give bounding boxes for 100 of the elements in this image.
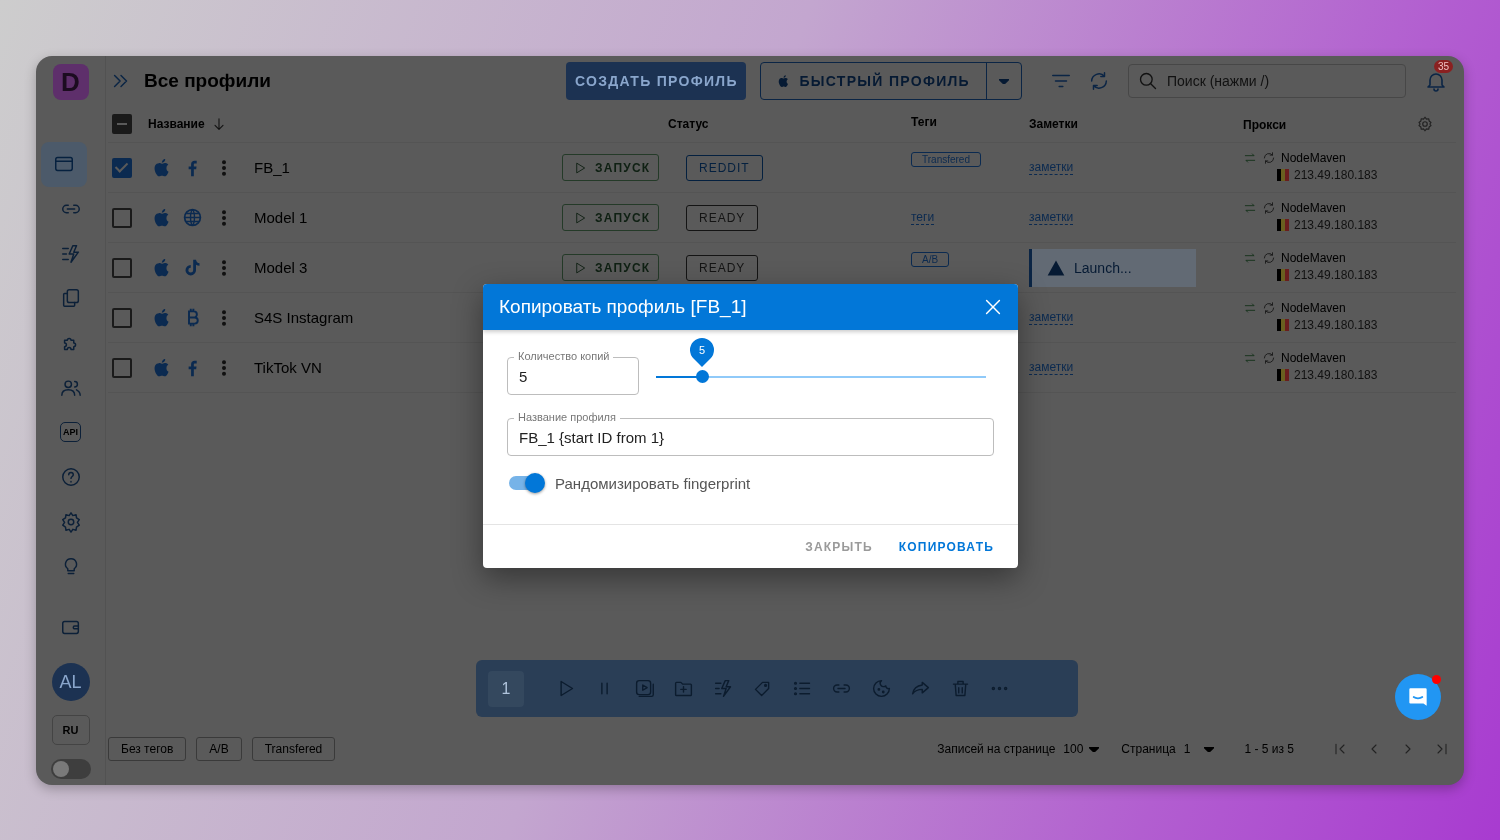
tag-chip[interactable]: Transfered bbox=[911, 151, 981, 167]
page-label: Страница bbox=[1121, 742, 1176, 756]
caret-icon bbox=[999, 78, 1009, 84]
profile-name: TikTok VN bbox=[254, 358, 322, 376]
switch-label: Рандомизировать fingerprint bbox=[555, 474, 751, 492]
column-header: Прокси bbox=[1243, 118, 1287, 132]
refresh-icon bbox=[1262, 351, 1276, 365]
theme-toggle[interactable] bbox=[50, 759, 91, 779]
swap-icon bbox=[1243, 201, 1257, 215]
field-label: Количество копий bbox=[514, 350, 614, 363]
proxy-ip: 213.49.180.183 bbox=[1294, 268, 1378, 282]
launching-alert: Launch... bbox=[1029, 248, 1196, 287]
selected-count: 1 bbox=[488, 670, 524, 707]
proxy-name: NodeMaven bbox=[1281, 151, 1346, 165]
row-checkbox[interactable] bbox=[112, 307, 132, 328]
copy-button[interactable]: КОПИРОВАТЬ bbox=[890, 533, 1002, 560]
row-checkbox[interactable] bbox=[112, 157, 132, 178]
proxy-ip: 213.49.180.183 bbox=[1294, 218, 1378, 232]
play-icon bbox=[573, 160, 587, 175]
slider[interactable] bbox=[656, 369, 986, 383]
per-page-select[interactable]: 100 bbox=[1063, 742, 1100, 756]
notes-link[interactable]: заметки bbox=[1029, 360, 1074, 375]
refresh-icon bbox=[1262, 251, 1276, 265]
swap-icon bbox=[1243, 301, 1257, 315]
refresh-icon bbox=[1262, 201, 1276, 215]
notes-link[interactable]: заметки bbox=[1029, 160, 1074, 175]
status-badge[interactable]: REDDIT bbox=[686, 154, 763, 181]
help-icon[interactable] bbox=[59, 466, 82, 489]
tag-filter-button[interactable]: A/B bbox=[196, 737, 242, 761]
cookie-icon[interactable] bbox=[870, 678, 892, 699]
swap-icon bbox=[1243, 151, 1257, 165]
settings-icon[interactable] bbox=[1416, 115, 1434, 133]
status-badge[interactable]: READY bbox=[686, 204, 759, 231]
play-icon bbox=[573, 210, 587, 225]
search-field[interactable]: Поиск (нажми /) bbox=[1128, 64, 1406, 98]
tags-link[interactable]: теги bbox=[911, 210, 935, 225]
api-icon[interactable]: API bbox=[60, 422, 81, 443]
lightning-list-icon[interactable] bbox=[59, 242, 82, 265]
page-title: Все профили bbox=[144, 70, 271, 92]
notification-badge: 35 bbox=[1434, 60, 1454, 73]
video-icon[interactable] bbox=[633, 678, 655, 699]
avatar[interactable]: AL bbox=[51, 663, 90, 701]
create-profile-button[interactable]: СОЗДАТЬ ПРОФИЛЬ bbox=[566, 62, 747, 100]
search-icon bbox=[1138, 71, 1158, 91]
slider-thumb[interactable] bbox=[696, 369, 710, 383]
per-page-label: Записей на странице bbox=[937, 742, 1056, 756]
tag-chip[interactable]: A/B bbox=[911, 251, 950, 267]
proxy-ip: 213.49.180.183 bbox=[1294, 168, 1378, 182]
play-icon bbox=[573, 260, 587, 275]
row-checkbox[interactable] bbox=[112, 257, 132, 278]
tag-filter-button[interactable]: Transfered bbox=[251, 737, 336, 761]
proxy-ip: 213.49.180.183 bbox=[1294, 318, 1378, 332]
column-header[interactable]: Название bbox=[148, 117, 205, 131]
flag-icon bbox=[1277, 219, 1289, 231]
row-checkbox[interactable] bbox=[112, 357, 132, 378]
tag-filter-button[interactable]: Без тегов bbox=[108, 737, 187, 761]
lightning-list-icon[interactable] bbox=[712, 678, 734, 699]
launch-button[interactable]: ЗАПУСК bbox=[562, 154, 659, 181]
refresh-icon bbox=[1262, 301, 1276, 315]
caret-icon bbox=[1089, 746, 1100, 752]
close-button[interactable]: ЗАКРЫТЬ bbox=[797, 533, 881, 560]
profile-name: FB_1 bbox=[254, 158, 290, 176]
language-button[interactable]: RU bbox=[51, 715, 90, 745]
flag-icon bbox=[1277, 269, 1289, 281]
swap-icon bbox=[1243, 251, 1257, 265]
launch-button[interactable]: ЗАПУСК bbox=[562, 204, 659, 231]
proxy-name: NodeMaven bbox=[1281, 351, 1346, 365]
notes-link[interactable]: заметки bbox=[1029, 310, 1074, 325]
page-range: 1 - 5 из 5 bbox=[1244, 742, 1294, 756]
swap-icon bbox=[1243, 351, 1257, 365]
proxy-ip: 213.49.180.183 bbox=[1294, 368, 1378, 382]
status-badge[interactable]: READY bbox=[686, 254, 759, 281]
flag-icon bbox=[1277, 369, 1289, 381]
launch-button[interactable]: ЗАПУСК bbox=[562, 254, 659, 281]
page-select[interactable]: 1 bbox=[1183, 742, 1215, 756]
notes-link[interactable]: заметки bbox=[1029, 210, 1074, 225]
caret-icon bbox=[1204, 746, 1215, 752]
profile-name: Model 3 bbox=[254, 258, 308, 276]
dialog-title: Копировать профиль [FB_1] bbox=[499, 296, 747, 318]
flag-icon bbox=[1277, 319, 1289, 331]
flag-icon bbox=[1277, 169, 1289, 181]
proxy-name: NodeMaven bbox=[1281, 251, 1346, 265]
sidebar-item[interactable] bbox=[40, 142, 87, 187]
select-all-checkbox[interactable] bbox=[112, 114, 132, 134]
logo: D bbox=[52, 64, 89, 100]
globe-icon bbox=[181, 207, 203, 228]
column-header: Статус bbox=[668, 117, 709, 131]
chat-button[interactable] bbox=[1395, 674, 1441, 720]
refresh-icon bbox=[1262, 151, 1276, 165]
quick-profile-button[interactable]: БЫСТРЫЙ ПРОФИЛЬ bbox=[760, 62, 1022, 100]
proxy-name: NodeMaven bbox=[1281, 301, 1346, 315]
settings-icon[interactable] bbox=[59, 510, 82, 533]
profile-name: S4S Instagram bbox=[254, 308, 354, 326]
refresh-icon bbox=[1088, 70, 1110, 92]
proxy-name: NodeMaven bbox=[1281, 201, 1346, 215]
field-label: Название профиля bbox=[514, 411, 620, 424]
column-header: Теги bbox=[911, 115, 937, 129]
column-header: Заметки bbox=[1029, 117, 1078, 131]
row-checkbox[interactable] bbox=[112, 207, 132, 228]
randomize-switch[interactable] bbox=[509, 473, 545, 493]
